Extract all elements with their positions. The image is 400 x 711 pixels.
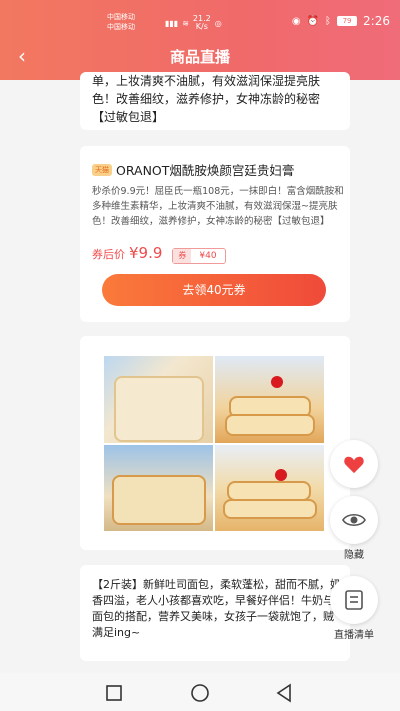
- carrier-2: 中国移动: [107, 23, 135, 31]
- product-desc: 【2斤装】新鲜吐司面包，柔软蓬松，甜而不腻，奶香四溢，老人小孩都喜欢吃，早餐好伴…: [92, 578, 341, 639]
- product-card-next[interactable]: 【2斤装】新鲜吐司面包，柔软蓬松，甜而不腻，奶香四溢，老人小孩都喜欢吃，早餐好伴…: [80, 565, 350, 661]
- carrier-info: 中国移动 中国移动: [107, 12, 135, 32]
- coupon-value: ¥40: [199, 251, 217, 261]
- status-bar: 中国移动 中国移动 ▮▮▮ ≋ 21.2 K/s ◎ ◉ ⏰ ᛒ 79 2:26: [0, 0, 400, 34]
- clock: 2:26: [363, 14, 390, 28]
- hide-button[interactable]: [330, 496, 378, 544]
- triangle-back-icon: [276, 683, 291, 703]
- product-title-row: 天猫 ORANOT烟酰胺焕颜宫廷贵妇膏: [92, 160, 344, 179]
- live-list-button[interactable]: [330, 576, 378, 624]
- product-image-card[interactable]: [80, 336, 350, 550]
- carrier-1: 中国移动: [107, 13, 135, 21]
- nfc-icon: ◎: [214, 18, 222, 28]
- recent-apps-button[interactable]: [102, 681, 126, 705]
- price-row: 券后价 ¥9.9 券 ¥40: [92, 244, 226, 264]
- product-image[interactable]: [104, 356, 324, 531]
- product-photo-1: [104, 356, 213, 443]
- list-icon: [345, 590, 363, 610]
- bread-slice-icon: [223, 498, 317, 519]
- product-photo-3: [104, 444, 213, 531]
- product-desc: 秒杀价9.9元！屈臣氏一瓶108元，一抹即白！富含烟酰胺和多种维生素精华，上妆清…: [92, 186, 344, 227]
- eye-status-icon: ◉: [291, 15, 301, 27]
- bluetooth-icon: ᛒ: [325, 15, 332, 27]
- hide-label: 隐藏: [344, 550, 364, 561]
- product-title: ORANOT烟酰胺焕颜宫廷贵妇膏: [116, 163, 295, 178]
- product-desc: 单，上妆清爽不油腻，有效滋润保湿提亮肤色！改善细纹，滋养修护，女神冻龄的秘密【过…: [92, 74, 321, 124]
- system-back-button[interactable]: [272, 681, 296, 705]
- cherry-icon: [275, 468, 287, 481]
- bread-slice-icon: [227, 480, 311, 501]
- home-button[interactable]: [188, 681, 212, 705]
- product-card-prev[interactable]: 单，上妆清爽不油腻，有效滋润保湿提亮肤色！改善细纹，滋养修护，女神冻龄的秘密【过…: [80, 72, 350, 130]
- live-list-label: 直播清单: [334, 630, 374, 641]
- system-nav-bar: [0, 673, 400, 711]
- like-button[interactable]: [330, 440, 378, 488]
- heart-icon: [344, 456, 364, 474]
- network-speed-unit: K/s: [195, 22, 208, 31]
- wifi-icon: ≋: [182, 18, 189, 28]
- bread-package-icon: [112, 474, 206, 525]
- circle-icon: [191, 684, 209, 702]
- page-title: 商品直播: [169, 48, 230, 66]
- product-card[interactable]: 天猫 ORANOT烟酰胺焕颜宫廷贵妇膏 秒杀价9.9元！屈臣氏一瓶108元，一抹…: [80, 146, 350, 322]
- coupon-badge: 券 ¥40: [172, 248, 226, 264]
- get-coupon-button[interactable]: 去领40元券: [102, 274, 326, 306]
- price-value: ¥9.9: [129, 244, 163, 262]
- network-info: ▮▮▮ ≋ 21.2 K/s ◎: [165, 15, 222, 31]
- product-photo-2: [215, 356, 324, 443]
- eye-icon: [342, 513, 366, 527]
- cherry-icon: [271, 376, 283, 388]
- tmall-badge: 天猫: [92, 163, 112, 176]
- status-right: ◉ ⏰ ᛒ 79 2:26: [292, 14, 390, 28]
- product-photo-4: [215, 444, 324, 531]
- bread-slice-icon: [114, 376, 204, 442]
- square-icon: [106, 685, 122, 701]
- bread-slice-icon: [225, 414, 315, 436]
- price-label: 券后价: [92, 248, 125, 261]
- coupon-tag: 券: [173, 249, 192, 263]
- alarm-icon: ⏰: [306, 15, 320, 27]
- signal-icon: ▮▮▮: [165, 18, 179, 28]
- nav-bar: ‹ 商品直播: [0, 38, 400, 74]
- battery-icon: 79: [337, 16, 358, 26]
